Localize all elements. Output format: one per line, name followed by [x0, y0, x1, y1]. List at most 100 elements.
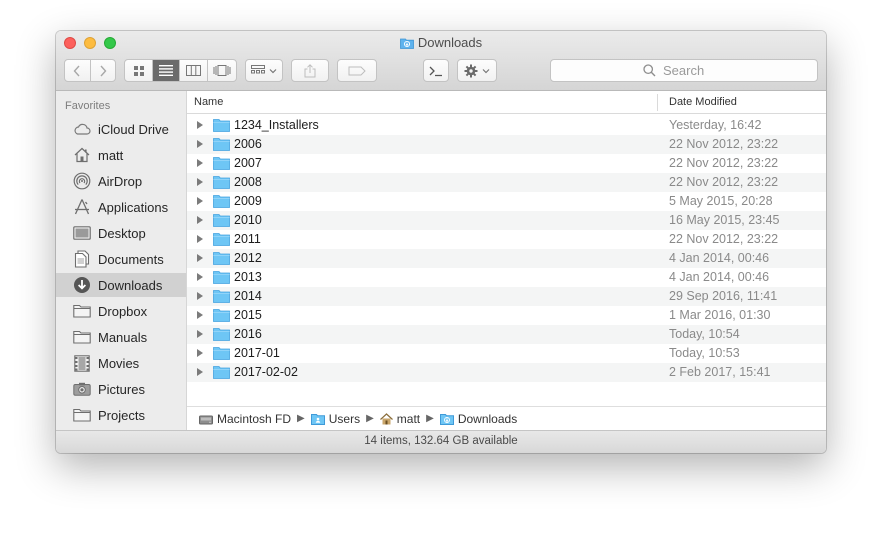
- share-icon: [304, 63, 316, 77]
- column-header-date-modified[interactable]: Date Modified: [669, 96, 737, 108]
- disclosure-triangle-icon[interactable]: [197, 197, 203, 205]
- sidebar-item-movies[interactable]: Movies: [56, 351, 186, 375]
- path-item-macintosh-fd[interactable]: Macintosh FD: [199, 412, 291, 426]
- disclosure-triangle-icon[interactable]: [197, 368, 203, 376]
- disclosure-triangle-icon[interactable]: [197, 235, 203, 243]
- columns-icon: [185, 65, 201, 76]
- sidebar-item-dropbox[interactable]: Dropbox: [56, 299, 186, 323]
- column-view-button[interactable]: [180, 60, 208, 81]
- disclosure-triangle-icon[interactable]: [197, 292, 203, 300]
- documents-icon: [72, 249, 92, 269]
- disclosure-triangle-icon[interactable]: [197, 140, 203, 148]
- sidebar-item-label: Downloads: [98, 277, 163, 293]
- action-menu-button[interactable]: [457, 59, 497, 82]
- disclosure-triangle-icon[interactable]: [197, 273, 203, 281]
- desktop-icon: [72, 223, 92, 243]
- table-row[interactable]: 2013 4 Jan 2014, 00:46: [187, 268, 826, 287]
- disclosure-triangle-icon[interactable]: [197, 121, 203, 129]
- folder-icon: [213, 156, 230, 173]
- file-name: 2007: [234, 156, 262, 170]
- list-icon: [159, 65, 174, 76]
- disclosure-triangle-icon[interactable]: [197, 254, 203, 262]
- sidebar-item-label: Applications: [98, 199, 169, 215]
- cover-flow-button[interactable]: [208, 60, 236, 81]
- grid-icon: [133, 65, 144, 76]
- downloads-folder-icon: [399, 37, 414, 52]
- sidebar-item-downloads[interactable]: Downloads: [56, 273, 186, 297]
- table-row[interactable]: 2012 4 Jan 2014, 00:46: [187, 249, 826, 268]
- folder-icon: [213, 213, 230, 230]
- file-date-modified: 2 Feb 2017, 15:41: [669, 365, 771, 379]
- folder-icon: [213, 232, 230, 249]
- status-text: 14 items, 132.64 GB available: [364, 435, 518, 447]
- view-mode-control: [124, 59, 237, 82]
- disclosure-triangle-icon[interactable]: [197, 216, 203, 224]
- back-button[interactable]: [65, 60, 91, 81]
- file-date-modified: Yesterday, 16:42: [669, 118, 762, 132]
- sidebar-item-documents[interactable]: Documents: [56, 247, 186, 271]
- file-name: 1234_Installers: [234, 118, 319, 132]
- file-name: 2015: [234, 308, 262, 322]
- disclosure-triangle-icon[interactable]: [197, 349, 203, 357]
- folder-icon: [72, 327, 92, 347]
- cover-flow-icon: [213, 65, 231, 76]
- table-row[interactable]: 2017-02-02 2 Feb 2017, 15:41: [187, 363, 826, 382]
- file-name: 2014: [234, 289, 262, 303]
- path-item-users[interactable]: Users: [310, 412, 360, 426]
- path-item-downloads[interactable]: Downloads: [439, 412, 517, 426]
- folder-icon: [213, 346, 230, 363]
- search-input[interactable]: [661, 62, 725, 79]
- table-row[interactable]: 2016 Today, 10:54: [187, 325, 826, 344]
- sidebar-item-label: Desktop: [98, 225, 146, 241]
- table-row[interactable]: 1234_Installers Yesterday, 16:42: [187, 116, 826, 135]
- chevron-left-icon: [73, 65, 80, 76]
- table-row[interactable]: 2011 22 Nov 2012, 23:22: [187, 230, 826, 249]
- sidebar-item-projects[interactable]: Projects: [56, 403, 186, 427]
- table-row[interactable]: 2006 22 Nov 2012, 23:22: [187, 135, 826, 154]
- share-button[interactable]: [291, 59, 329, 82]
- table-row[interactable]: 2015 1 Mar 2016, 01:30: [187, 306, 826, 325]
- sidebar-item-label: Movies: [98, 355, 140, 371]
- sidebar-item-pictures[interactable]: Pictures: [56, 377, 186, 401]
- folder-icon: [213, 327, 230, 344]
- sidebar-item-applications[interactable]: Applications: [56, 195, 186, 219]
- terminal-button[interactable]: [423, 59, 449, 82]
- disclosure-triangle-icon[interactable]: [197, 311, 203, 319]
- sidebar-item-matt[interactable]: matt: [56, 143, 186, 167]
- chevron-down-icon: [482, 68, 490, 73]
- sidebar-item-icloud-drive[interactable]: iCloud Drive: [56, 117, 186, 141]
- icon-view-button[interactable]: [125, 60, 154, 81]
- folder-icon: [213, 137, 230, 154]
- film-icon: [72, 353, 92, 373]
- path-separator-icon: ▶: [426, 413, 434, 424]
- forward-button[interactable]: [91, 60, 116, 81]
- folder-icon: [72, 405, 92, 425]
- disclosure-triangle-icon[interactable]: [197, 159, 203, 167]
- arrange-button[interactable]: [245, 59, 283, 82]
- table-row[interactable]: 2014 29 Sep 2016, 11:41: [187, 287, 826, 306]
- file-date-modified: Today, 10:53: [669, 346, 740, 360]
- sidebar-item-manuals[interactable]: Manuals: [56, 325, 186, 349]
- tags-button[interactable]: [337, 59, 377, 82]
- sidebar-item-airdrop[interactable]: AirDrop: [56, 169, 186, 193]
- table-row[interactable]: 2008 22 Nov 2012, 23:22: [187, 173, 826, 192]
- gear-icon: [464, 64, 478, 77]
- file-date-modified: 5 May 2015, 20:28: [669, 194, 773, 208]
- folder-icon: [213, 175, 230, 192]
- table-row[interactable]: 2007 22 Nov 2012, 23:22: [187, 154, 826, 173]
- disclosure-triangle-icon[interactable]: [197, 330, 203, 338]
- list-view-button[interactable]: [153, 60, 181, 81]
- table-row[interactable]: 2017-01 Today, 10:53: [187, 344, 826, 363]
- table-row[interactable]: 2009 5 May 2015, 20:28: [187, 192, 826, 211]
- column-divider[interactable]: [657, 94, 658, 111]
- table-row[interactable]: 2010 16 May 2015, 23:45: [187, 211, 826, 230]
- column-header-name[interactable]: Name: [194, 96, 223, 108]
- file-date-modified: Today, 10:54: [669, 327, 740, 341]
- file-date-modified: 29 Sep 2016, 11:41: [669, 289, 778, 303]
- path-item-matt[interactable]: matt: [379, 412, 420, 426]
- path-bar: Macintosh FD ▶ Users ▶ matt ▶ Downloads: [187, 406, 826, 430]
- home-icon: [379, 412, 393, 425]
- sidebar-item-desktop[interactable]: Desktop: [56, 221, 186, 245]
- disclosure-triangle-icon[interactable]: [197, 178, 203, 186]
- search-field[interactable]: [550, 59, 818, 82]
